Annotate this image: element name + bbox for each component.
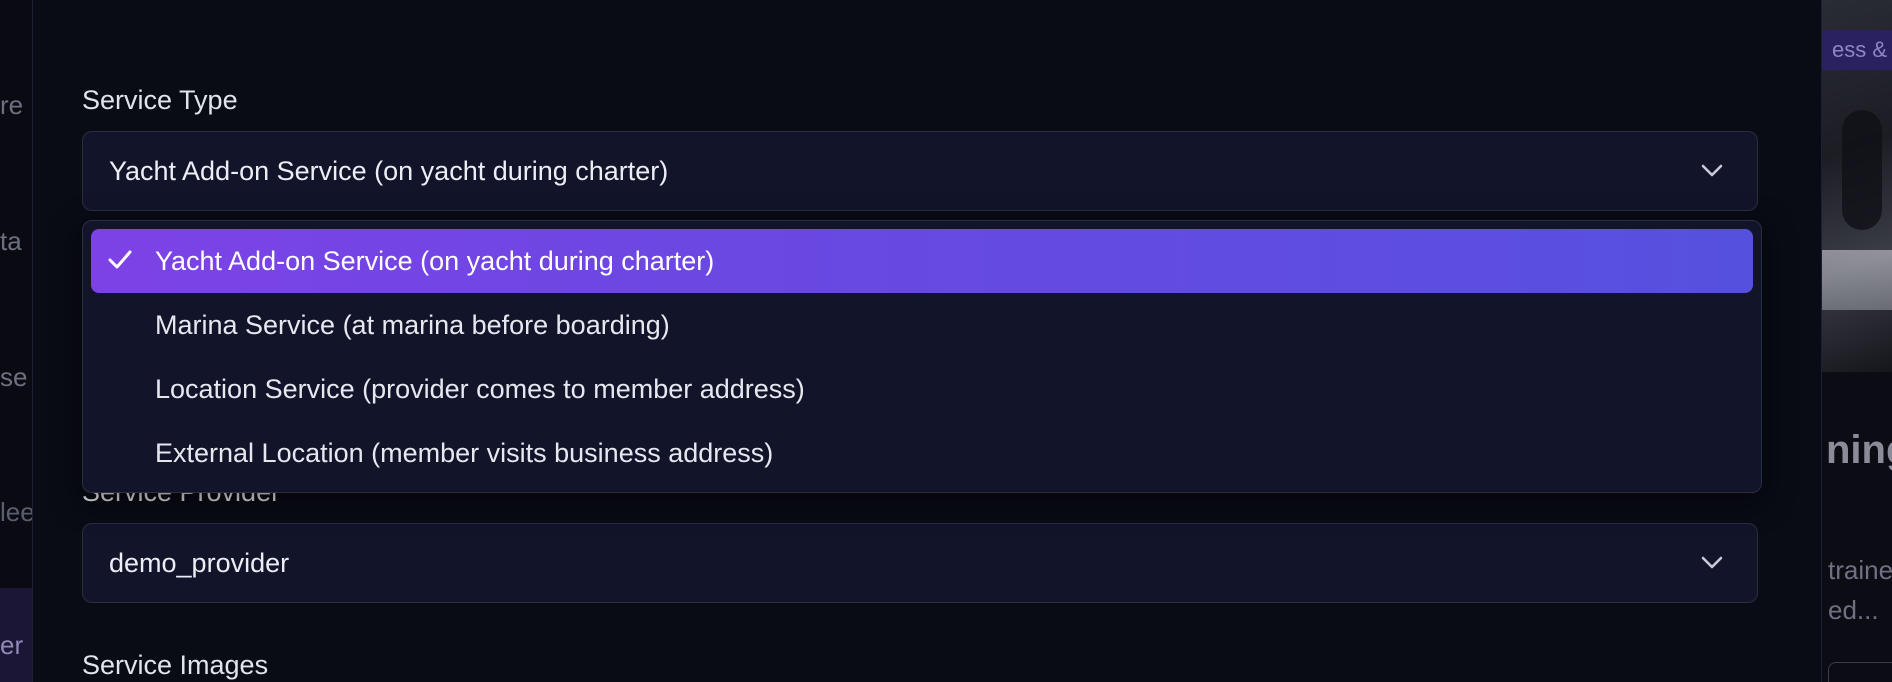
background-text-fragment: er xyxy=(0,630,24,660)
service-type-option-marina[interactable]: Marina Service (at marina before boardin… xyxy=(91,293,1753,357)
service-type-select[interactable]: Yacht Add-on Service (on yacht during ch… xyxy=(82,131,1758,211)
service-images-label: Service Images xyxy=(82,650,269,680)
background-card-description: ed... xyxy=(1828,595,1879,625)
background-text-fragment: ta xyxy=(0,226,22,256)
background-text-fragment: re xyxy=(0,90,24,120)
chevron-down-icon xyxy=(1701,164,1723,177)
service-type-option-location[interactable]: Location Service (provider comes to memb… xyxy=(91,357,1753,421)
check-icon xyxy=(108,250,132,269)
background-card-description: traine xyxy=(1828,555,1892,585)
option-label: Yacht Add-on Service (on yacht during ch… xyxy=(155,245,715,276)
background-page-right: ess & ning traine ed... xyxy=(1822,0,1892,682)
service-type-label: Service Type xyxy=(82,85,238,115)
service-type-value: Yacht Add-on Service (on yacht during ch… xyxy=(109,155,669,186)
service-type-option-yacht-addon[interactable]: Yacht Add-on Service (on yacht during ch… xyxy=(91,229,1753,293)
service-type-dropdown-list: Yacht Add-on Service (on yacht during ch… xyxy=(82,220,1762,493)
service-form-modal: Service Type Yacht Add-on Service (on ya… xyxy=(32,0,1822,682)
chevron-down-icon xyxy=(1701,556,1723,569)
background-text-fragment: lee xyxy=(0,497,32,527)
background-page-left: re ta se lee er xyxy=(0,0,32,682)
background-card-title: ning xyxy=(1826,428,1892,472)
background-card-button xyxy=(1828,662,1892,682)
background-text-fragment: se xyxy=(0,362,28,392)
service-type-option-external[interactable]: External Location (member visits busines… xyxy=(91,421,1753,485)
option-label: External Location (member visits busines… xyxy=(155,437,774,468)
service-provider-select[interactable]: demo_provider xyxy=(82,523,1758,603)
option-label: Location Service (provider comes to memb… xyxy=(155,373,805,404)
background-category-badge: ess & xyxy=(1822,30,1892,70)
option-label: Marina Service (at marina before boardin… xyxy=(155,309,670,340)
background-button-fragment: er xyxy=(0,588,32,682)
service-provider-value: demo_provider xyxy=(109,547,290,578)
